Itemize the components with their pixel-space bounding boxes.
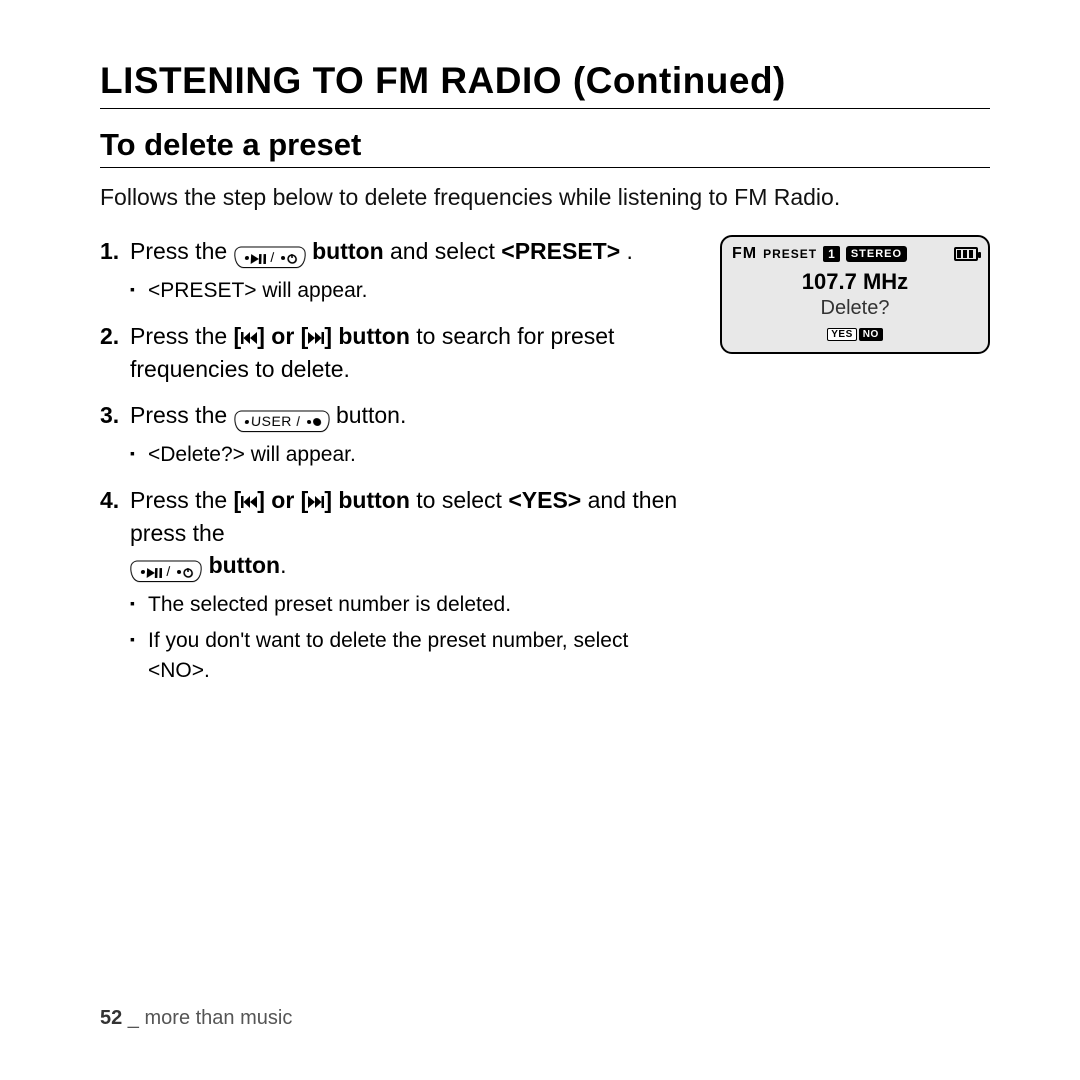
text: <YES>: [508, 487, 581, 513]
user-rec-button-icon: USER /: [232, 411, 331, 433]
text: <Delete?> will appear.: [148, 440, 692, 470]
step-3: 3. Press the USER / button.: [100, 399, 692, 432]
delete-prompt: Delete?: [732, 297, 978, 320]
step-number: 4.: [100, 484, 130, 582]
text: ] or [: [257, 323, 308, 349]
battery-icon: [954, 247, 978, 261]
text: <PRESET>: [501, 238, 620, 264]
bullet-icon: ▪: [130, 590, 148, 620]
text: Press the: [130, 323, 234, 349]
intro-text: Follows the step below to delete frequen…: [100, 182, 990, 213]
text: ] or [: [257, 487, 308, 513]
play-pause-power-button-icon: /: [232, 247, 306, 269]
text: Press the: [130, 238, 234, 264]
yes-no-options: YESNO: [732, 324, 978, 342]
step-number: 2.: [100, 320, 130, 385]
step-3-sub: ▪ <Delete?> will appear.: [130, 440, 692, 470]
text: The selected preset number is deleted.: [148, 590, 692, 620]
text: ] button: [324, 487, 410, 513]
step-2: 2. Press the [] or [] button to search f…: [100, 320, 692, 385]
page-footer: 52 _ more than music: [100, 1007, 292, 1030]
step-4: 4. Press the [] or [] button to select <…: [100, 484, 692, 582]
yes-option: YES: [827, 328, 857, 341]
step-number: 3.: [100, 399, 130, 432]
preset-label: PRESET: [763, 247, 817, 261]
bullet-icon: ▪: [130, 440, 148, 470]
text: .: [280, 552, 286, 578]
step-4-sub-2: ▪ If you don't want to delete the preset…: [130, 626, 692, 686]
frequency-value: 107.7 MHz: [732, 269, 978, 295]
footer-label: more than music: [145, 1007, 293, 1029]
prev-track-icon: [241, 487, 257, 513]
no-option: NO: [859, 328, 883, 341]
steps-list: 1. Press the / button and select <PRESET…: [100, 235, 692, 700]
text: Press the: [130, 487, 234, 513]
text: ] button: [324, 323, 410, 349]
page-number: 52: [100, 1007, 122, 1029]
text: to select: [416, 487, 508, 513]
step-number: 1.: [100, 235, 130, 268]
step-1-sub: ▪ <PRESET> will appear.: [130, 276, 692, 306]
text: Press the: [130, 402, 234, 428]
text: <PRESET> will appear.: [148, 276, 692, 306]
text: button: [312, 238, 384, 264]
prev-track-icon: [241, 323, 257, 349]
section-title: To delete a preset: [100, 127, 990, 168]
page-title: LISTENING TO FM RADIO (Continued): [100, 60, 990, 109]
stereo-badge: STEREO: [846, 246, 907, 262]
text: If you don't want to delete the preset n…: [148, 626, 692, 686]
fm-label: FM: [732, 245, 757, 263]
text: and select: [390, 238, 501, 264]
bullet-icon: ▪: [130, 276, 148, 306]
text: button.: [336, 402, 406, 428]
text: button: [209, 552, 281, 578]
preset-number: 1: [823, 246, 840, 262]
next-track-icon: [308, 487, 324, 513]
footer-sep: _: [122, 1007, 144, 1029]
step-1: 1. Press the / button and select <PRESET…: [100, 235, 692, 268]
radio-display: FM PRESET 1 STEREO 107.7 MHz Delete? YES…: [720, 235, 990, 354]
text: .: [627, 238, 633, 264]
next-track-icon: [308, 323, 324, 349]
step-4-sub-1: ▪ The selected preset number is deleted.: [130, 590, 692, 620]
play-pause-power-button-icon: /: [129, 561, 203, 583]
bullet-icon: ▪: [130, 626, 148, 686]
